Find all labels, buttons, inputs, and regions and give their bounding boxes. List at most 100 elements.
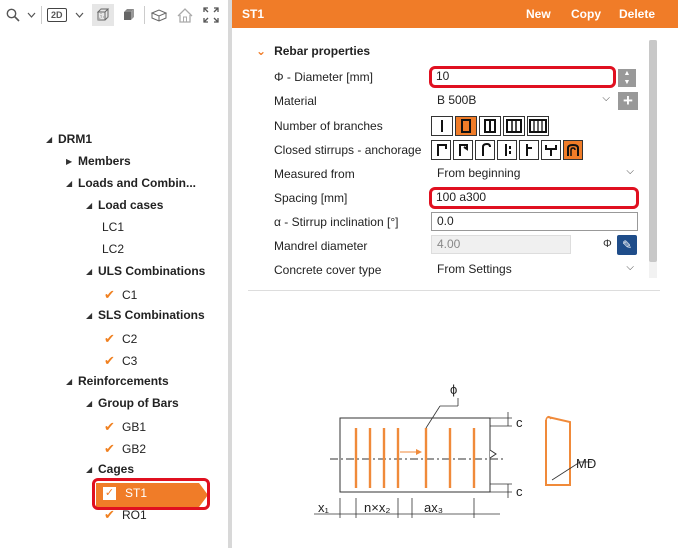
stirrup-diagram: c c ϕ MD x₁ n×x₂ ax₃: [314, 382, 596, 518]
cover-value: From Settings: [437, 262, 512, 276]
panel-splitter[interactable]: [228, 0, 232, 548]
tree-label: GB2: [122, 442, 147, 456]
tree-label: DRM1: [58, 132, 93, 146]
hook-90-icon[interactable]: [431, 140, 451, 160]
tree-node-loads[interactable]: ◢ Loads and Combin...: [66, 173, 196, 193]
straight-anchor-icon[interactable]: [519, 140, 539, 160]
chevron-down-icon[interactable]: ⌵: [626, 165, 634, 178]
stirrup-bars: [354, 428, 476, 488]
tree-node-group-of-bars[interactable]: ◢ Group of Bars: [86, 393, 179, 413]
copy-button[interactable]: Copy: [571, 7, 601, 21]
expand-triangle-icon[interactable]: ◢: [86, 311, 98, 320]
expand-triangle-icon[interactable]: ◢: [66, 377, 78, 386]
left-panel: 2D ◢ DRM1 ▶ Members ◢ Loads and Combin..…: [0, 0, 228, 548]
spin-updown-icon[interactable]: ▲ ▼: [618, 69, 636, 87]
tree-node-load-cases[interactable]: ◢ Load cases: [86, 195, 163, 215]
four-branch-icon[interactable]: [503, 116, 525, 136]
lap-anchor-icon[interactable]: [497, 140, 517, 160]
chevron-down-icon[interactable]: ⌄: [256, 44, 266, 58]
divider: [248, 290, 660, 291]
expand-triangle-icon[interactable]: ◢: [86, 465, 98, 474]
anchorage-options: [431, 140, 585, 160]
expand-triangle-icon[interactable]: ◢: [86, 399, 98, 408]
expand-triangle-icon[interactable]: ◢: [46, 135, 58, 144]
five-branch-icon[interactable]: [527, 116, 549, 136]
checkmark-icon[interactable]: ✔: [104, 331, 122, 347]
scrollbar-thumb[interactable]: [649, 40, 657, 262]
new-button[interactable]: New: [526, 7, 551, 21]
add-material-button[interactable]: +: [618, 92, 638, 110]
highlight-outline: [429, 187, 639, 209]
mandrel-input[interactable]: 4.00: [431, 235, 571, 254]
stirrup-hook: [545, 415, 552, 436]
tree-node-lc2[interactable]: LC2: [102, 239, 124, 259]
solid-cube-icon[interactable]: [118, 4, 140, 26]
mandrel-unit: Φ: [603, 238, 612, 250]
welded-anchor-icon[interactable]: [541, 140, 561, 160]
branches-label: Number of branches: [274, 119, 383, 133]
material-select[interactable]: B 500B ⌵: [431, 91, 614, 110]
tree-node-drm1[interactable]: ◢ DRM1: [46, 129, 92, 149]
checkmark-icon[interactable]: ✔: [104, 287, 122, 303]
edit-pencil-icon[interactable]: ✎: [617, 235, 637, 255]
material-value: B 500B: [437, 93, 477, 107]
wireframe-cube-icon[interactable]: [92, 4, 114, 26]
measured-select[interactable]: From beginning ⌵: [431, 164, 638, 183]
two-branch-icon[interactable]: [455, 116, 477, 136]
collapsed-triangle-icon[interactable]: ▶: [66, 157, 78, 166]
phi-label: ϕ: [450, 382, 457, 397]
tree-node-gb1[interactable]: ✔ GB1: [104, 417, 146, 437]
cover-bottom-label: c: [516, 484, 523, 499]
properties-panel: ⌄ Rebar properties Φ - Diameter [mm] 10 ▲…: [248, 38, 658, 288]
expand-triangle-icon[interactable]: ◢: [66, 179, 78, 188]
view-2d-button[interactable]: 2D: [47, 8, 67, 22]
tree-node-ro1[interactable]: ✔ RO1: [104, 505, 147, 525]
three-branch-icon[interactable]: [479, 116, 501, 136]
tree-label: LC2: [102, 242, 125, 256]
tree-label: ULS Combinations: [98, 264, 206, 278]
chevron-down-icon[interactable]: ⌵: [602, 92, 610, 105]
view-dropdown-chevron-icon[interactable]: [72, 4, 86, 26]
tree-node-reinforcements[interactable]: ◢ Reinforcements: [66, 371, 169, 391]
chevron-down-icon[interactable]: ⌵: [626, 261, 634, 274]
tree-node-cages[interactable]: ◢ Cages: [86, 459, 134, 479]
tree-label: C3: [122, 354, 138, 368]
section-title: Rebar properties: [274, 44, 371, 58]
tree-node-lc1[interactable]: LC1: [102, 217, 124, 237]
zoom-icon[interactable]: [4, 4, 22, 26]
delete-button[interactable]: Delete: [619, 7, 655, 21]
checkmark-icon[interactable]: ✔: [104, 507, 122, 523]
tree-node-sls[interactable]: ◢ SLS Combinations: [86, 305, 205, 325]
tree-node-c1[interactable]: ✔ C1: [104, 285, 137, 305]
zoom-dropdown-chevron-icon[interactable]: [24, 4, 38, 26]
section-view-icon[interactable]: [148, 4, 170, 26]
inclination-input[interactable]: 0.0: [431, 212, 638, 231]
stirrups-label: Closed stirrups - anchorage: [274, 143, 422, 157]
tree-node-gb2[interactable]: ✔ GB2: [104, 439, 146, 459]
home-icon[interactable]: [174, 4, 196, 26]
one-branch-icon[interactable]: [431, 116, 453, 136]
expand-triangle-icon[interactable]: ◢: [86, 201, 98, 210]
expand-triangle-icon[interactable]: ◢: [86, 267, 98, 276]
fullscreen-icon[interactable]: [200, 4, 222, 26]
tree-node-members[interactable]: ▶ Members: [66, 151, 131, 171]
checkmark-icon[interactable]: ✔: [104, 353, 122, 369]
tree-node-c2[interactable]: ✔ C2: [104, 329, 137, 349]
checkmark-icon[interactable]: ✔: [104, 441, 122, 457]
closed-hook-icon[interactable]: [563, 140, 583, 160]
tree-label: C1: [122, 288, 138, 302]
ax3-label: ax₃: [424, 500, 443, 515]
inclination-label: α - Stirrup inclination [°]: [274, 215, 399, 229]
section-header[interactable]: ⌄ Rebar properties: [256, 44, 370, 58]
cover-select[interactable]: From Settings ⌵: [431, 260, 638, 279]
tree-node-uls[interactable]: ◢ ULS Combinations: [86, 261, 205, 281]
tree-node-c3[interactable]: ✔ C3: [104, 351, 137, 371]
tree-label: Cages: [98, 462, 135, 476]
tree-label: C2: [122, 332, 138, 346]
checkmark-icon[interactable]: ✔: [104, 419, 122, 435]
md-label: MD: [576, 456, 596, 471]
hook-180-icon[interactable]: [475, 140, 495, 160]
tree-label: Members: [78, 154, 131, 168]
tree-label: Group of Bars: [98, 396, 179, 410]
hook-135-icon[interactable]: [453, 140, 473, 160]
